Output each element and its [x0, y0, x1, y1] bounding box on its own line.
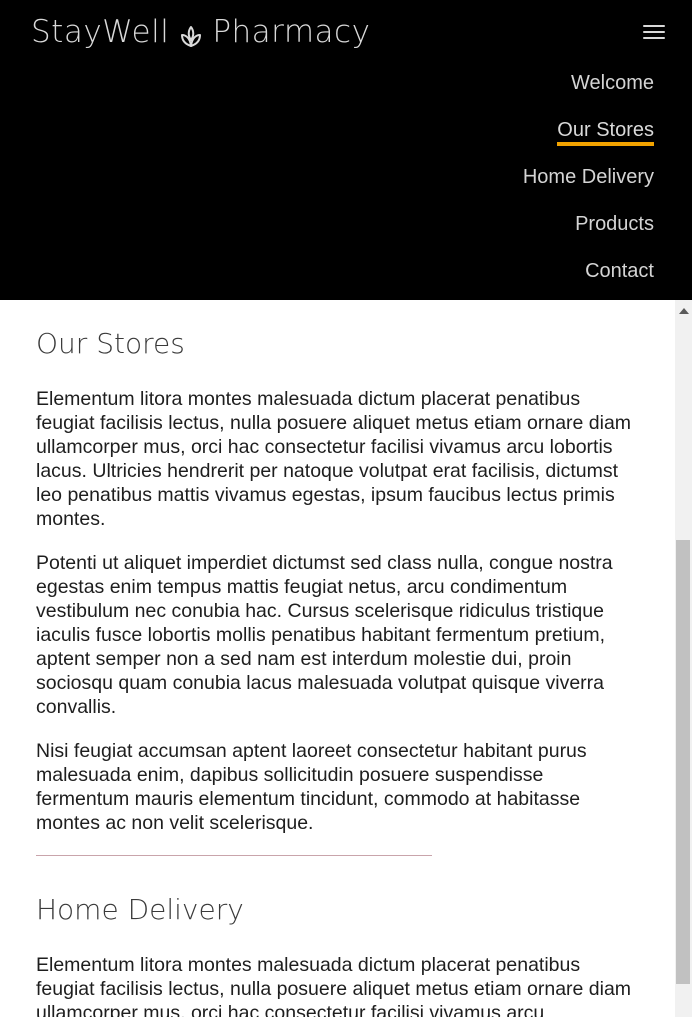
- paragraph: Elementum litora montes malesuada dictum…: [36, 388, 632, 530]
- hamburger-menu-icon[interactable]: [640, 20, 668, 44]
- scroll-up-arrow-icon[interactable]: [679, 308, 689, 314]
- site-header: StayWell Pharmacy Welcome Our Stores Hom: [0, 0, 692, 300]
- section-title-our-stores: Our Stores: [36, 327, 185, 360]
- nav-item-welcome[interactable]: Welcome: [523, 70, 654, 96]
- page: StayWell Pharmacy Welcome Our Stores Hom: [0, 0, 692, 1017]
- nav-item-contact[interactable]: Contact: [523, 258, 654, 284]
- brand-name-left: StayWell: [31, 14, 170, 50]
- nav-item-label: Welcome: [571, 72, 654, 94]
- nav-item-label: Contact: [585, 260, 654, 282]
- scrollbar-thumb[interactable]: [676, 540, 690, 984]
- site-logo[interactable]: StayWell Pharmacy: [31, 10, 370, 54]
- nav-item-our-stores[interactable]: Our Stores: [523, 117, 654, 146]
- nav-item-products[interactable]: Products: [523, 211, 654, 237]
- brand-name-right: Pharmacy: [212, 14, 371, 50]
- nav-item-label: Our Stores: [557, 119, 654, 146]
- paragraph: Nisi feugiat accumsan aptent laoreet con…: [36, 740, 587, 834]
- section-divider: [36, 855, 432, 856]
- nav-item-label: Home Delivery: [522, 166, 654, 188]
- paragraph: Elementum litora montes malesuada dictum…: [36, 954, 632, 1017]
- nav-item-home-delivery[interactable]: Home Delivery: [523, 164, 654, 190]
- main-nav: Welcome Our Stores Home Delivery Product…: [523, 70, 654, 305]
- section-title-home-delivery: Home Delivery: [36, 893, 244, 926]
- nav-item-label: Products: [575, 213, 654, 235]
- paragraph: Potenti ut aliquet imperdiet dictumst se…: [36, 552, 613, 718]
- leaf-icon: [177, 18, 205, 47]
